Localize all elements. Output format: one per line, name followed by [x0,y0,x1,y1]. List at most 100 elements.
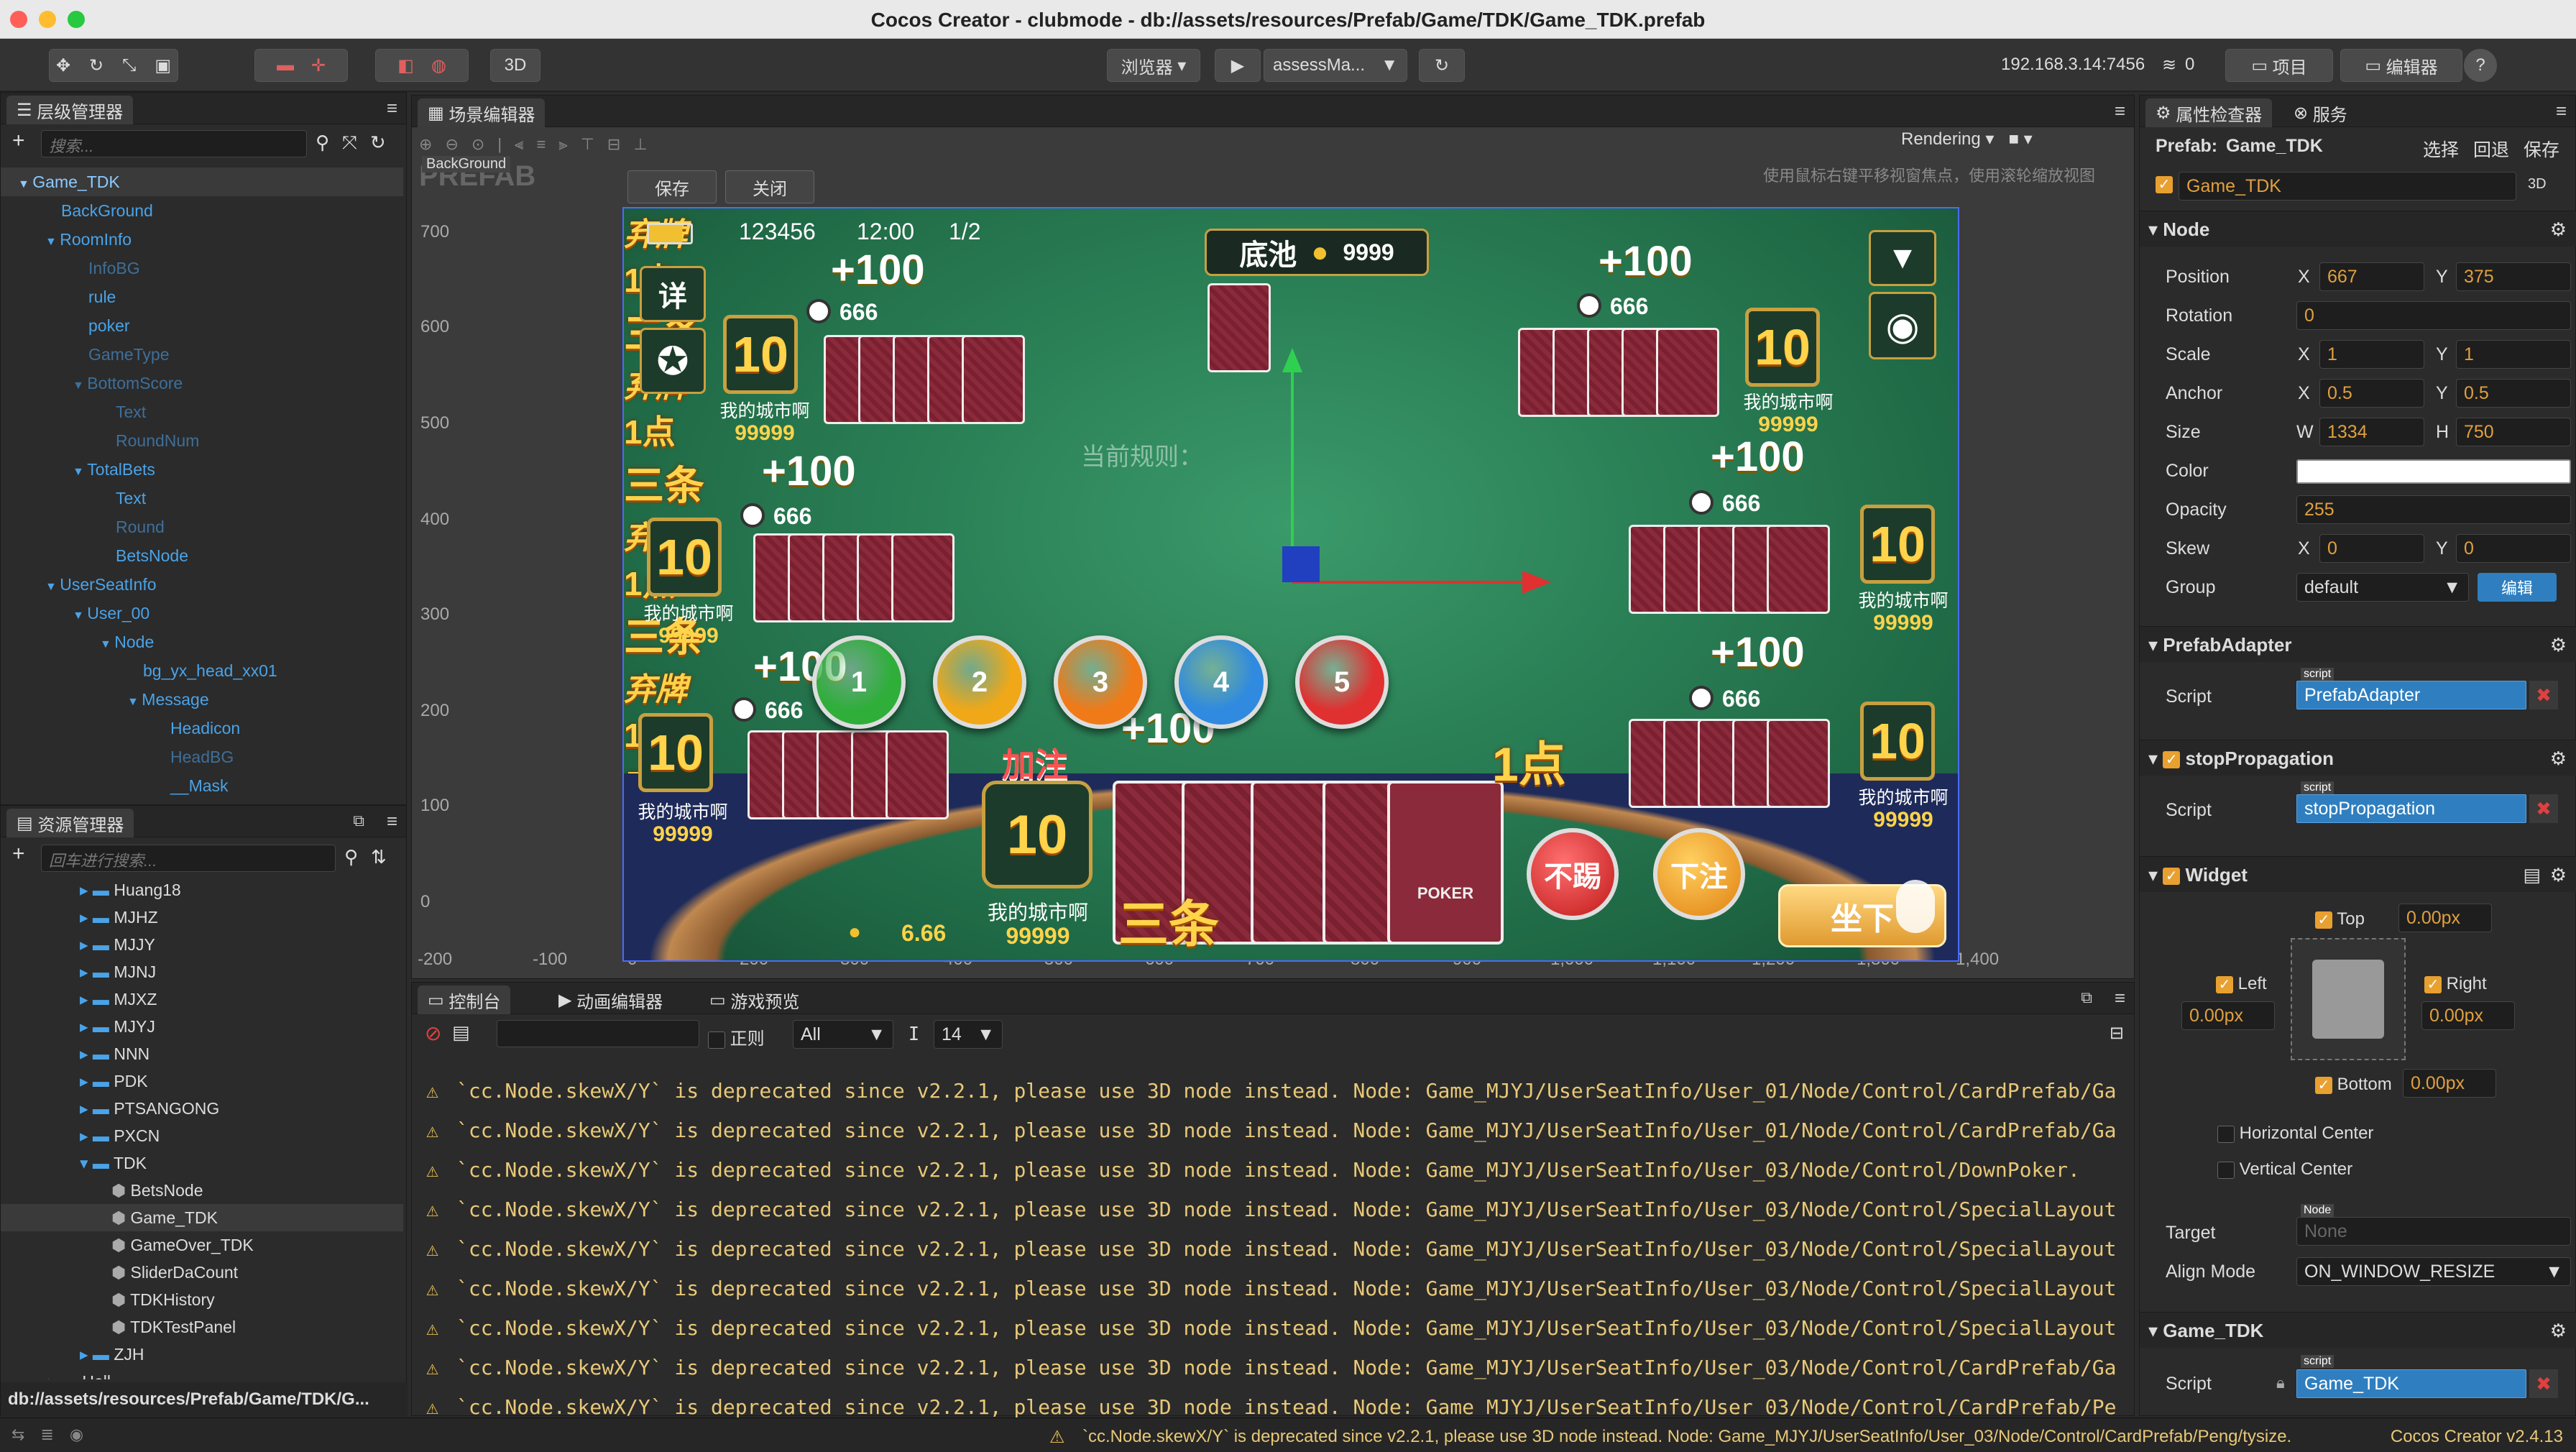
log-line[interactable]: ⚠ `cc.Node.skewX/Y` is deprecated since v… [426,1237,2115,1261]
asset-item[interactable]: ▸ ▬ ZJH [1,1341,403,1368]
clear-console-icon[interactable]: ⊘ [425,1021,441,1045]
hierarchy-node[interactable]: rule [1,282,403,311]
component-script-field[interactable]: PrefabAdapter [2296,681,2526,709]
hierarchy-node[interactable]: RoundNum [1,426,403,455]
expand-arrow-icon[interactable]: ▼ [127,696,142,708]
game-tdk-script-field[interactable]: Game_TDK [2296,1369,2526,1398]
hierarchy-node[interactable]: GameType [1,340,403,369]
prefab-save-button[interactable]: 保存 [2524,136,2559,162]
widget-left-checkbox[interactable]: ✓ Left [2216,974,2267,994]
align-left-icon[interactable]: ⫷ [515,135,523,154]
asset-item[interactable]: ⬢ Game_TDK [1,1204,403,1231]
rotation-input[interactable]: 0 [2296,301,2571,330]
menu-icon[interactable]: ≡ [387,810,397,832]
sort-icon[interactable]: ⇅ [371,846,387,868]
hierarchy-node[interactable]: bg_yx_head_xx01 [1,656,403,685]
node-name-input[interactable]: Game_TDK [2179,172,2516,201]
font-size-select[interactable]: 14 ▼ [934,1020,1003,1049]
hierarchy-node[interactable]: HeadBG [1,743,403,771]
hierarchy-node[interactable]: ▼ User_00 [1,599,403,628]
asset-item[interactable]: ⬢ SliderDaCount [1,1259,403,1286]
game-canvas[interactable]: 123456 12:00 1/2 详 ✪ 底池 ● 9999 ▼ ◉ 当前规则：… [622,207,1959,962]
scene-select[interactable]: assessMa... ▼ [1264,49,1407,82]
regex-checkbox[interactable]: 正则 [708,1024,765,1049]
menu-icon[interactable]: ≡ [387,97,397,119]
search-icon[interactable]: ⚲ [344,846,358,868]
size-w-input[interactable]: 1334 [2319,418,2424,446]
prefab-revert-button[interactable]: 回退 [2473,136,2509,162]
add-asset-icon[interactable]: + [12,842,25,866]
open-editor-button[interactable]: ▭ 编辑器 [2340,49,2462,82]
tab-hierarchy[interactable]: ☰ 层级管理器 [6,96,134,124]
add-node-icon[interactable]: + [12,129,25,153]
gear-icon[interactable]: ⚙ [2550,219,2567,241]
tab-console[interactable]: ▭ 控制台 [418,985,511,1014]
asset-item[interactable]: ▸ ▬ MJNJ [1,958,403,985]
log-line[interactable]: ⚠ `cc.Node.skewX/Y` is deprecated since v… [426,1395,2115,1419]
local-icon[interactable]: ✛ [311,55,326,76]
tab-animation-editor[interactable]: ▶ 动画编辑器 [548,985,673,1014]
chip-button[interactable]: 4 [1174,635,1268,729]
help-button[interactable]: ? [2464,49,2497,82]
zoom-reset-icon[interactable]: ⊙ [472,135,484,154]
hierarchy-node[interactable]: Round [1,513,403,541]
asset-item[interactable]: ▸ ▬ NNN [1,1040,403,1067]
widget-left-input[interactable]: 0.00px [2181,1001,2275,1030]
remove-script-button[interactable]: ✖ [2529,1369,2558,1398]
asset-item[interactable]: ⬢ TDKHistory [1,1286,403,1313]
game-tdk-section-header[interactable]: ▾ Game_TDK ⚙ [2140,1312,2576,1348]
assets-search-input[interactable]: 回车进行搜索... [41,845,336,872]
hierarchy-node[interactable]: ▼ Game_TDK [1,167,403,196]
asset-item[interactable]: ⬢ BetsNode [1,1177,403,1204]
log-level-select[interactable]: All ▼ [793,1020,893,1049]
refresh-icon[interactable]: ↻ [370,132,386,155]
collapse-icon[interactable]: ⊟ [2110,1023,2124,1044]
hierarchy-node[interactable]: BackGround [1,196,403,225]
tab-game-preview[interactable]: ▭ 游戏预览 [699,985,809,1014]
skew-y-input[interactable]: 0 [2456,534,2571,563]
hierarchy-node[interactable]: ▼ RoomInfo [1,225,403,254]
anchor-x-input[interactable]: 0.5 [2319,379,2424,408]
log-line[interactable]: ⚠ `cc.Node.skewX/Y` is deprecated since v… [426,1198,2115,1221]
widget-bottom-input[interactable]: 0.00px [2403,1069,2496,1098]
hierarchy-search-input[interactable]: 搜索... [41,130,307,157]
tab-services[interactable]: ⊗ 服务 [2283,98,2358,127]
horizontal-center-checkbox[interactable]: Horizontal Center [2217,1124,2373,1144]
hierarchy-node[interactable]: ▼ BottomScore [1,369,403,398]
console-filter-input[interactable] [497,1020,699,1047]
camera-icon[interactable]: ■ [2008,129,2019,149]
asset-item[interactable]: ▸ ▬ MJXZ [1,985,403,1013]
hierarchy-node[interactable]: Headicon [1,714,403,743]
rendering-select[interactable]: Rendering ▾ ■ ▾ [1901,129,2033,150]
component-header[interactable]: ▾ PrefabAdapter ⚙ [2140,626,2576,662]
align-top-icon[interactable]: ⊤ [581,135,594,154]
group-select[interactable]: default ▼ [2296,573,2469,602]
gear-icon[interactable]: ⚙ [2550,864,2567,886]
prefab-save-button[interactable]: 保存 [627,170,717,203]
tab-assets[interactable]: ▤ 资源管理器 [6,809,134,837]
log-line[interactable]: ⚠ `cc.Node.skewX/Y` is deprecated since v… [426,1356,2115,1379]
pivot-icon[interactable]: ▬ [277,55,294,75]
asset-item[interactable]: ▸ ▬ PXCN [1,1122,403,1149]
expand-arrow-icon[interactable]: ▼ [18,178,32,190]
move-tool-icon[interactable]: ✥ [56,55,70,76]
log-line[interactable]: ⚠ `cc.Node.skewX/Y` is deprecated since v… [426,1158,2115,1182]
database-icon[interactable]: ≣ [40,1425,53,1444]
chip-button[interactable]: 2 [933,635,1026,729]
size-h-input[interactable]: 750 [2456,418,2571,446]
position-x-input[interactable]: 667 [2319,262,2424,291]
expand-arrow-icon[interactable]: ▼ [73,610,87,622]
component-header[interactable]: ▾ ✓ stopPropagation ⚙ [2140,740,2576,776]
check-icon[interactable]: ✓ [2163,868,2181,886]
log-line[interactable]: ⚠ `cc.Node.skewX/Y` is deprecated since v… [426,1118,2115,1142]
asset-item[interactable]: ▸ ▬ Hall [1,1368,403,1379]
expand-arrow-icon[interactable]: ▼ [73,466,87,478]
gear-icon[interactable]: ⚙ [2550,748,2567,770]
locate-icon[interactable]: ⤧ [342,132,357,155]
rotate-tool-icon[interactable]: ↻ [89,55,104,76]
expand-arrow-icon[interactable]: ▼ [45,581,60,593]
expand-arrow-icon[interactable]: ▼ [73,380,87,392]
dropdown-menu-button[interactable]: ▼ [1869,230,1936,286]
toggle-3d-button[interactable]: 3D [490,49,540,82]
x-axis-gizmo[interactable] [1292,581,1522,584]
